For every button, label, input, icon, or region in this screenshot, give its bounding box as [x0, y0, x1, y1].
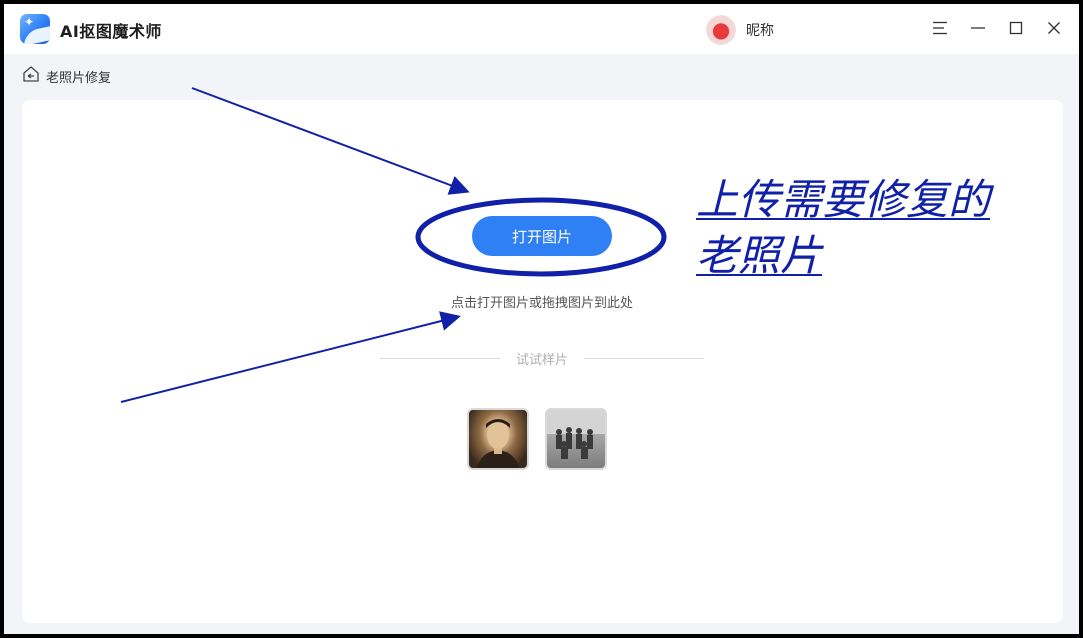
samples-label: 试试样片 [515, 353, 568, 368]
divider-right [584, 358, 704, 359]
home-icon[interactable] [22, 65, 40, 87]
user-avatar[interactable] [706, 15, 736, 45]
app-window: ✦ AI抠图魔术师 昵称 老照片修复 打开图片 点击打开图片或拖拽图片到此处 试… [4, 4, 1079, 634]
title-bar: ✦ AI抠图魔术师 昵称 [4, 4, 1079, 54]
user-nickname[interactable]: 昵称 [746, 20, 774, 40]
upload-hint: 点击打开图片或拖拽图片到此处 [450, 296, 633, 311]
divider-left [380, 358, 500, 359]
breadcrumb[interactable]: 老照片修复 [22, 66, 111, 86]
app-logo-icon: ✦ [20, 14, 50, 44]
annotation-text: 上传需要修复的老照片 [696, 175, 991, 280]
minimize-icon[interactable] [966, 16, 990, 40]
open-image-button[interactable]: 打开图片 [472, 216, 612, 256]
menu-icon[interactable] [928, 16, 952, 40]
sample-photo-group[interactable] [545, 408, 607, 470]
app-title: AI抠图魔术师 [60, 22, 162, 41]
close-icon[interactable] [1042, 16, 1066, 40]
breadcrumb-label: 老照片修复 [46, 70, 112, 86]
sample-photo-portrait[interactable] [467, 408, 529, 470]
maximize-icon[interactable] [1004, 16, 1028, 40]
